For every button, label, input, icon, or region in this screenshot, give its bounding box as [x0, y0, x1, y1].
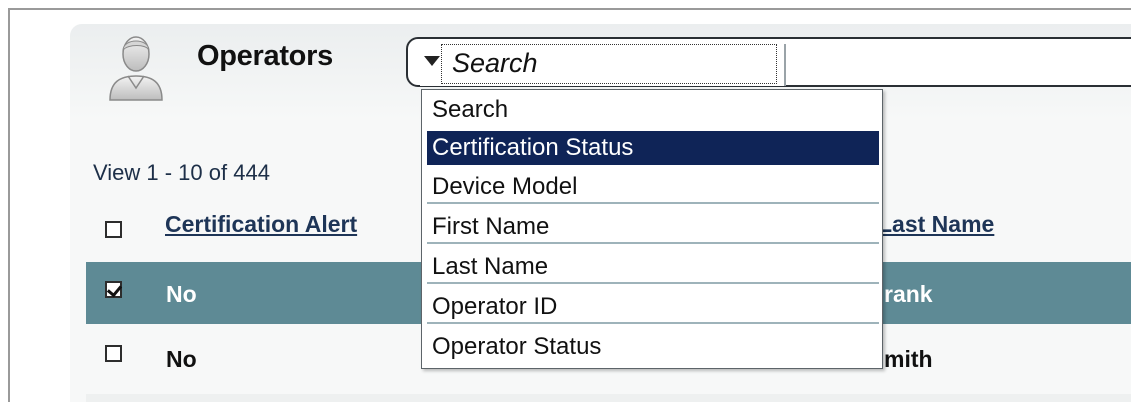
row-certification-alert: No: [166, 281, 197, 307]
dropdown-option-last-name[interactable]: Last Name: [427, 250, 879, 284]
row-last-name: mith: [884, 346, 933, 372]
window-left-border: [8, 8, 10, 402]
page-title: Operators: [197, 40, 333, 72]
table-row: [86, 394, 1131, 402]
row-checkbox[interactable]: [105, 345, 122, 362]
dropdown-option-search[interactable]: Search: [427, 93, 879, 127]
search-select-value: Search: [452, 48, 538, 78]
operators-window: Operators Search View 1 - 10 of 444 Cert…: [0, 0, 1131, 402]
column-header-certification-alert[interactable]: Certification Alert: [165, 211, 357, 238]
dropdown-option-device-model[interactable]: Device Model: [427, 170, 879, 204]
dropdown-option-first-name[interactable]: First Name: [427, 210, 879, 244]
row-last-name: rank: [884, 281, 933, 307]
window-top-border: [8, 8, 1131, 10]
dropdown-option-operator-status[interactable]: Operator Status: [427, 330, 879, 364]
dropdown-option-certification-status[interactable]: Certification Status: [427, 131, 879, 165]
column-header-last-name[interactable]: Last Name: [878, 211, 994, 238]
dropdown-caret-icon[interactable]: [424, 56, 440, 66]
select-all-checkbox[interactable]: [105, 221, 122, 238]
pagination-summary: View 1 - 10 of 444: [93, 160, 270, 185]
dropdown-option-operator-id[interactable]: Operator ID: [427, 290, 879, 324]
row-certification-alert: No: [166, 346, 197, 372]
user-avatar-icon: [109, 36, 163, 101]
row-checkbox[interactable]: [105, 281, 122, 298]
